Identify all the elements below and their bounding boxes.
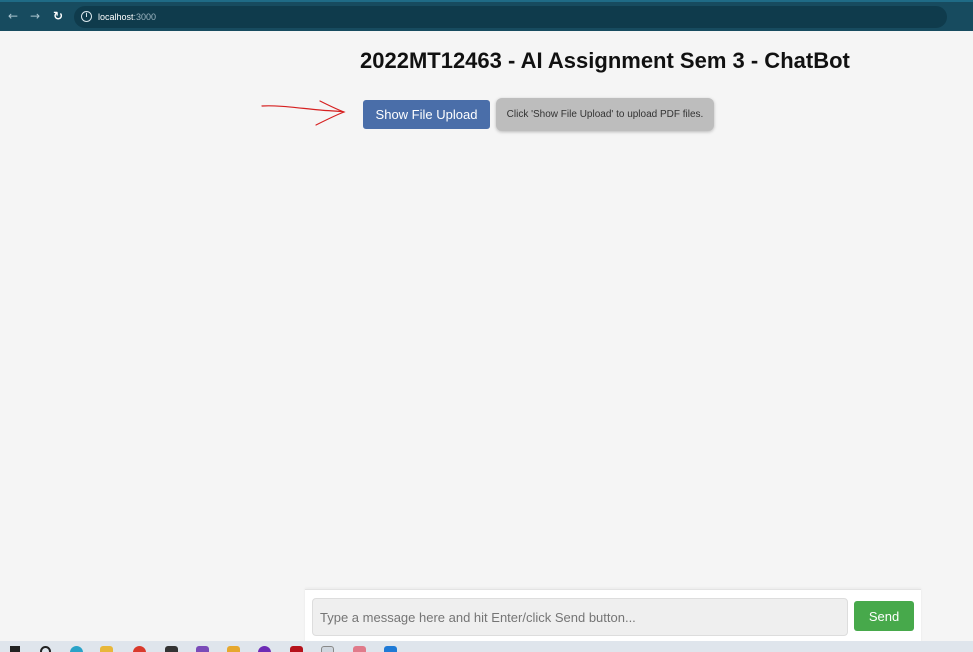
url-host: localhost [98,12,134,22]
terminal-icon[interactable] [165,646,178,652]
app-icon[interactable] [353,646,366,652]
url-text: localhost:3000 [98,10,156,24]
red-arrow-annotation-icon [261,100,346,126]
chrome-icon[interactable] [133,646,146,652]
taskbar [0,641,973,652]
url-port: :3000 [133,12,157,22]
notepad-icon[interactable] [321,646,334,652]
reload-icon[interactable]: ↻ [50,8,66,24]
send-button[interactable]: Send [854,601,914,631]
windows-start-icon[interactable] [10,646,20,652]
forward-arrow-icon[interactable]: → [27,8,43,24]
visual-studio-icon[interactable] [196,646,209,652]
address-bar[interactable]: i localhost:3000 [74,6,947,28]
file-explorer-icon[interactable] [100,646,113,652]
app-icon[interactable] [227,646,240,652]
chat-input-bar: Send [305,589,921,644]
page-title: 2022MT12463 - AI Assignment Sem 3 - Chat… [360,48,850,73]
message-input[interactable] [312,598,848,636]
app-icon[interactable] [290,646,303,652]
vscode-icon[interactable] [384,646,397,652]
site-info-icon[interactable]: i [81,11,92,22]
upload-hint: Click 'Show File Upload' to upload PDF f… [496,98,714,131]
app-icon[interactable] [258,646,271,652]
back-arrow-icon[interactable]: ← [5,8,21,24]
show-file-upload-button[interactable]: Show File Upload [363,100,490,129]
edge-icon[interactable] [70,646,83,652]
search-icon[interactable] [40,646,51,652]
browser-toolbar: ← → ↻ i localhost:3000 [0,0,973,31]
